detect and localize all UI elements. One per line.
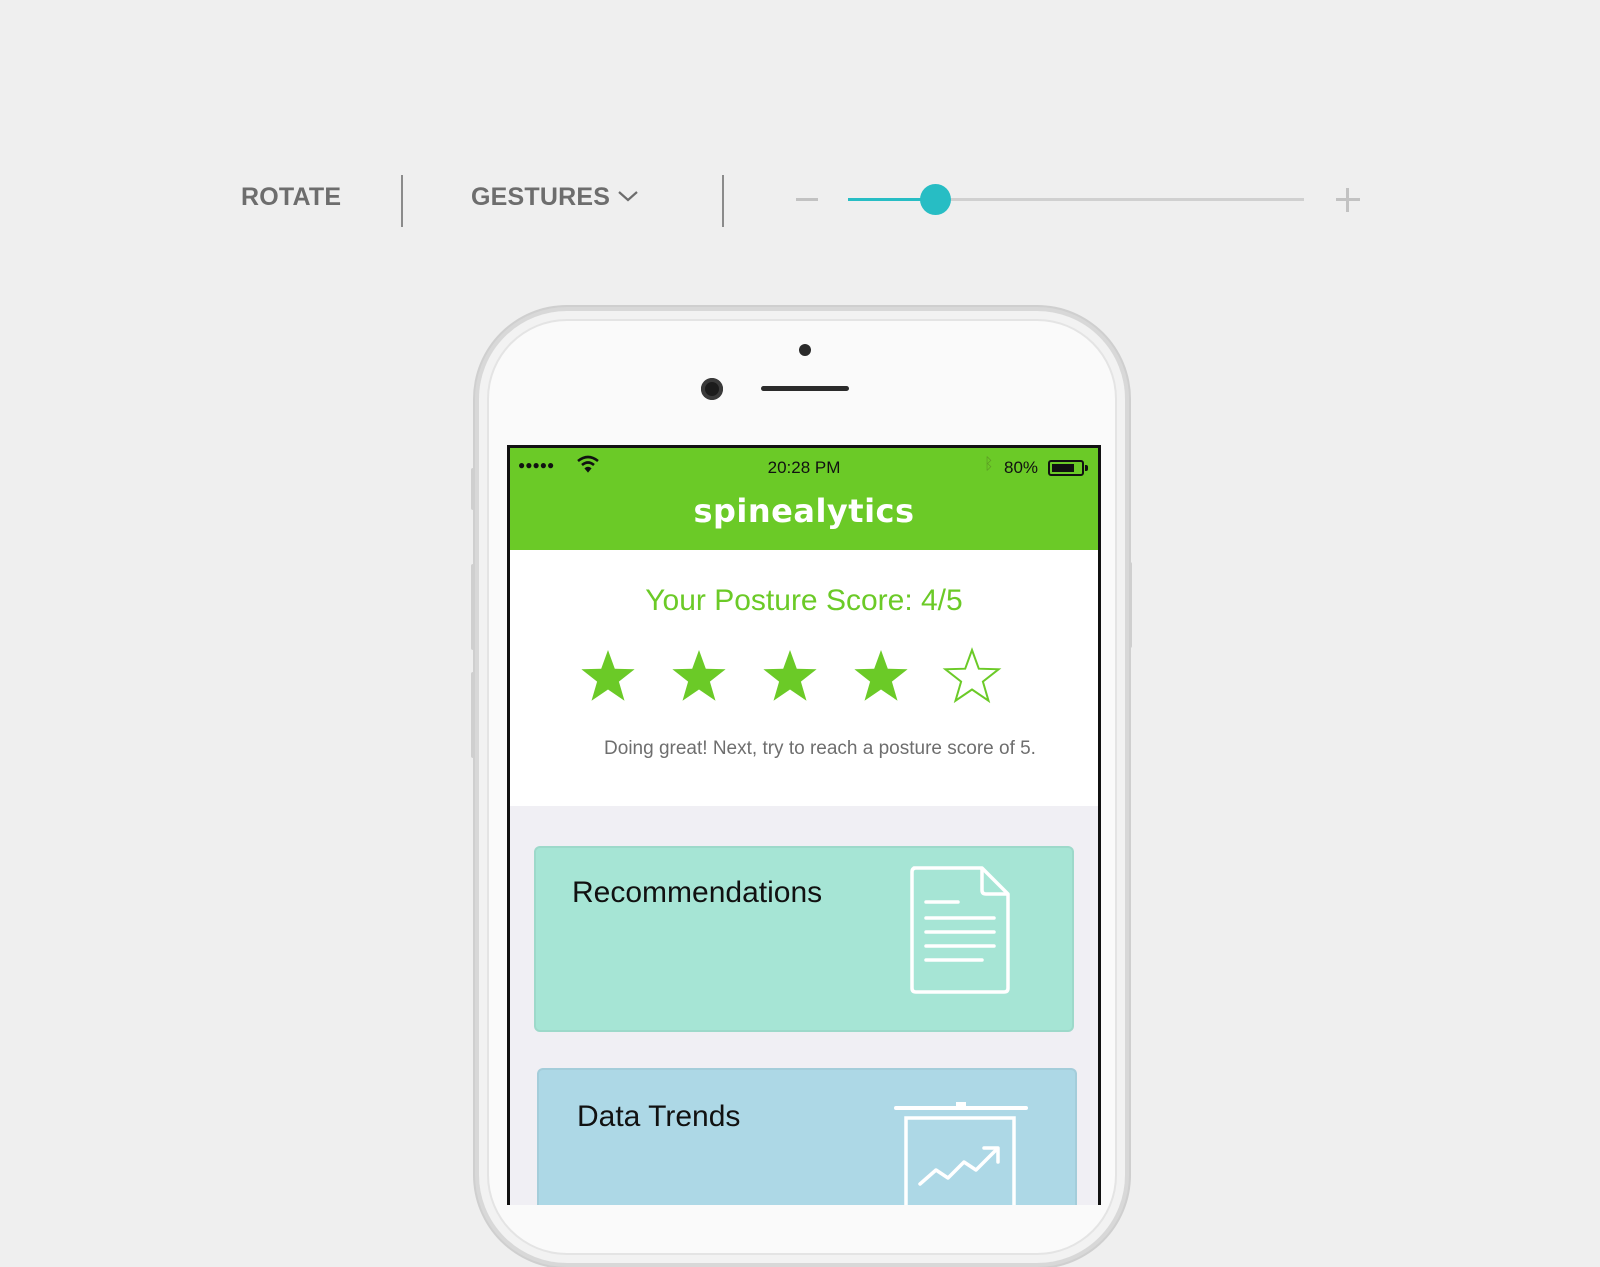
recommendations-card[interactable]: Recommendations	[534, 846, 1074, 1032]
posture-score-message: Doing great! Next, try to reach a postur…	[604, 738, 1036, 759]
zoom-slider-thumb[interactable]	[920, 184, 951, 215]
status-bar: ●●●●● 20:28 PM ᛒ 80%	[510, 448, 1098, 484]
zoom-out-button[interactable]	[796, 198, 818, 201]
device-toolbar: ROTATE GESTURES	[0, 0, 1600, 260]
recommendations-label: Recommendations	[572, 876, 823, 909]
zoom-slider[interactable]	[848, 184, 1304, 215]
star-filled-icon	[854, 650, 908, 701]
posture-score-title: Your Posture Score: 4/5	[645, 584, 963, 617]
battery-icon	[1048, 460, 1088, 476]
app-title: spinealytics	[693, 492, 915, 530]
toolbar-divider	[722, 175, 724, 227]
toolbar-divider	[401, 175, 403, 227]
posture-score-panel: Your Posture Score: 4/5 Doing great! Nex…	[510, 550, 1098, 806]
earpiece-speaker	[761, 386, 849, 391]
star-rating	[578, 646, 1018, 710]
front-camera	[701, 378, 723, 400]
zoom-in-button[interactable]	[1336, 188, 1360, 212]
rotate-button[interactable]: ROTATE	[241, 183, 341, 212]
bluetooth-icon: ᛒ	[984, 456, 994, 473]
document-icon	[910, 866, 1010, 994]
star-filled-icon	[672, 650, 726, 701]
star-empty-icon	[942, 647, 1002, 704]
star-filled-icon	[763, 650, 817, 701]
chevron-down-icon	[618, 191, 638, 202]
phone-screen: ●●●●● 20:28 PM ᛒ 80% spinealytics Your P…	[507, 445, 1101, 1205]
data-trends-card[interactable]: Data Trends	[537, 1068, 1077, 1205]
trend-chart-icon	[894, 1102, 1028, 1205]
star-filled-icon	[581, 650, 635, 701]
data-trends-label: Data Trends	[577, 1100, 741, 1133]
battery-percentage: 80%	[1004, 458, 1039, 477]
proximity-sensor	[799, 344, 811, 356]
gestures-label: GESTURES	[471, 183, 611, 211]
app-header: ●●●●● 20:28 PM ᛒ 80% spinealytics	[510, 448, 1098, 550]
gestures-dropdown[interactable]: GESTURES	[471, 183, 638, 212]
battery-level-fill	[1052, 464, 1074, 472]
